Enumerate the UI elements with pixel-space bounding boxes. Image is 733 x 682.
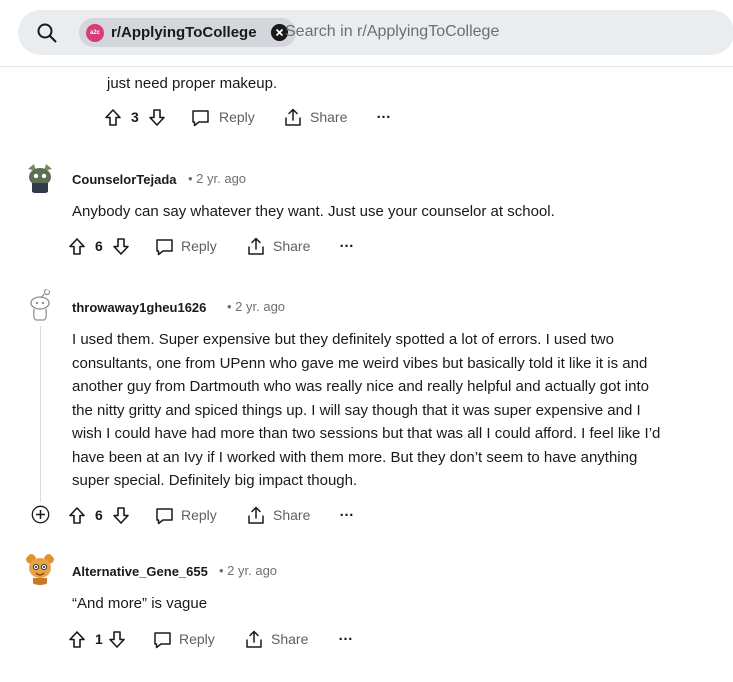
comment-line: super special. Definitely big impact tho…: [72, 472, 358, 489]
share-button[interactable]: Share: [273, 507, 310, 523]
comment-body: I used them. Super expensive but they de…: [72, 328, 660, 493]
comment-line: wish I could have had more than two sess…: [72, 425, 661, 442]
more-options-button[interactable]: …: [339, 234, 355, 251]
time-text: 2 yr. ago: [196, 171, 247, 186]
comment-line: have been at an Ivy if I worked with the…: [72, 448, 638, 466]
comment-timestamp: • 2 yr. ago: [188, 171, 247, 186]
share-icon[interactable]: [245, 630, 263, 649]
reply-button[interactable]: Reply: [179, 631, 215, 647]
comment-actions: 1 Reply Share …: [68, 627, 368, 651]
subreddit-filter-chip[interactable]: a2c r/ApplyingToCollege: [79, 18, 296, 47]
downvote-icon[interactable]: [112, 506, 130, 525]
search-icon[interactable]: [36, 22, 58, 44]
snoo-avatar-icon: [23, 551, 57, 585]
comment-line: I used them. Super expensive but they de…: [72, 331, 614, 348]
comment-body: “And more” is vague: [72, 595, 208, 612]
vote-count: 1: [95, 631, 103, 647]
share-button[interactable]: Share: [271, 631, 308, 647]
comment-username[interactable]: throwaway1gheu1626: [72, 300, 206, 315]
vote-count: 3: [131, 109, 139, 125]
share-button[interactable]: Share: [310, 109, 347, 125]
reply-icon[interactable]: [191, 109, 210, 127]
share-icon[interactable]: [247, 237, 265, 256]
top-bar: a2c r/ApplyingToCollege Search in r/Appl…: [0, 0, 733, 67]
reply-icon[interactable]: [153, 631, 172, 649]
comment-timestamp: • 2 yr. ago: [219, 563, 278, 578]
snoo-avatar-icon: [23, 160, 57, 194]
time-text: 2 yr. ago: [227, 563, 278, 578]
comment-line: consultants, one from UPenn who gave me …: [72, 354, 648, 372]
share-icon[interactable]: [247, 506, 265, 525]
more-options-button[interactable]: …: [376, 105, 392, 122]
search-input[interactable]: Search in r/ApplyingToCollege: [285, 23, 499, 41]
avatar[interactable]: [23, 288, 57, 322]
thread-line[interactable]: [40, 326, 41, 502]
share-button[interactable]: Share: [273, 238, 310, 254]
upvote-icon[interactable]: [68, 237, 86, 256]
downvote-icon[interactable]: [148, 108, 166, 127]
comment-line: the nitty gritty and spiced things up. I…: [72, 401, 641, 419]
comment-actions: 6 Reply Share …: [68, 234, 368, 258]
upvote-icon[interactable]: [104, 108, 122, 127]
downvote-icon[interactable]: [108, 630, 126, 649]
avatar[interactable]: [23, 551, 57, 585]
comment-timestamp: • 2 yr. ago: [227, 299, 286, 314]
subreddit-chip-label: r/ApplyingToCollege: [111, 24, 257, 41]
reply-button[interactable]: Reply: [181, 507, 217, 523]
time-text: 2 yr. ago: [235, 299, 286, 314]
comment-body: Anybody can say whatever they want. Just…: [72, 203, 555, 220]
share-icon[interactable]: [284, 108, 302, 127]
reply-button[interactable]: Reply: [219, 109, 255, 125]
subreddit-avatar: a2c: [86, 24, 104, 42]
avatar[interactable]: [23, 160, 57, 194]
vote-count: 6: [95, 238, 103, 254]
partial-comment-actions: 3 Reply Share …: [104, 105, 404, 129]
partial-comment-text: just need proper makeup.: [107, 75, 278, 92]
search-bar[interactable]: a2c r/ApplyingToCollege Search in r/Appl…: [18, 10, 733, 55]
more-options-button[interactable]: …: [339, 503, 355, 520]
comment-line: another guy from Dartmouth who was reall…: [72, 378, 649, 395]
reply-icon[interactable]: [155, 507, 174, 525]
reply-button[interactable]: Reply: [181, 238, 217, 254]
more-options-button[interactable]: …: [338, 627, 354, 644]
upvote-icon[interactable]: [68, 630, 86, 649]
comment-username[interactable]: CounselorTejada: [72, 172, 177, 187]
comment-username[interactable]: Alternative_Gene_655: [72, 564, 208, 579]
upvote-icon[interactable]: [68, 506, 86, 525]
vote-count: 6: [95, 507, 103, 523]
expand-thread-icon[interactable]: [31, 505, 50, 524]
reply-icon[interactable]: [155, 238, 174, 256]
comment-actions: 6 Reply Share …: [68, 503, 368, 527]
downvote-icon[interactable]: [112, 237, 130, 256]
default-snoo-avatar-icon: [23, 288, 57, 322]
